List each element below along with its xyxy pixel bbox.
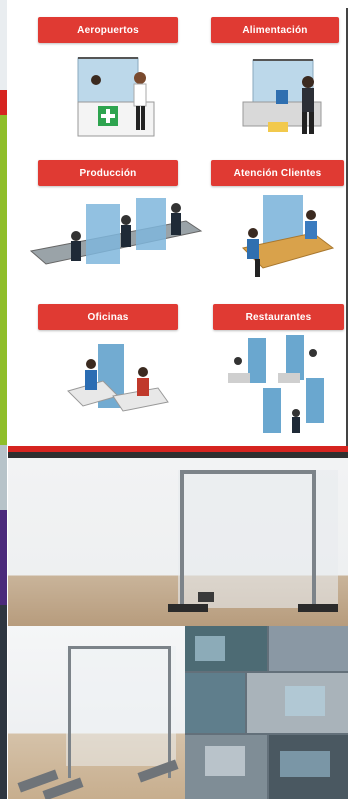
label-aeropuertos: Aeropuertos	[38, 17, 178, 43]
label-restaurantes: Restaurantes	[213, 304, 344, 330]
label-atencion-clientes: Atención Clientes	[211, 160, 344, 186]
airport-scene-illustration	[77, 57, 155, 137]
standing-screen-photo-small	[8, 626, 185, 799]
restaurant-scene-illustration	[228, 335, 324, 433]
standing-screen-frame	[168, 470, 338, 612]
left-strip-segment	[0, 0, 7, 90]
installations-collage-photo	[185, 626, 348, 799]
production-scene-illustration	[29, 198, 203, 265]
left-color-strip	[0, 0, 7, 799]
left-strip-segment	[0, 90, 7, 115]
label-oficinas: Oficinas	[38, 304, 178, 330]
left-strip-segment	[0, 605, 7, 799]
collage-tiles	[185, 626, 348, 799]
use-cases-poster: Aeropuertos Alimentación Producción Aten…	[8, 8, 348, 448]
label-alimentacion: Alimentación	[211, 17, 339, 43]
left-strip-segment	[0, 510, 7, 605]
customer-service-scene-illustration	[241, 195, 335, 277]
standing-screen-photo	[8, 458, 348, 626]
left-strip-segment	[0, 115, 7, 445]
food-scene-illustration	[242, 59, 322, 134]
label-produccion: Producción	[38, 160, 178, 186]
office-scene-illustration	[67, 344, 169, 412]
small-screen-frame	[17, 646, 179, 799]
left-strip-segment	[0, 445, 7, 510]
